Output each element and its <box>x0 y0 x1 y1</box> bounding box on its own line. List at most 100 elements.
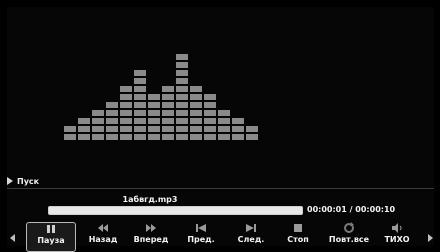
equalizer-block <box>134 118 146 124</box>
rewind-icon <box>96 222 110 234</box>
equalizer-block <box>106 118 118 124</box>
equalizer-block <box>176 102 188 108</box>
equalizer-block <box>120 110 132 116</box>
equalizer-graphic <box>64 54 258 140</box>
equalizer-block <box>162 126 174 132</box>
rewind-button[interactable]: Назад <box>83 222 123 250</box>
next-track-icon <box>244 222 258 234</box>
equalizer-block <box>246 134 258 140</box>
equalizer-block <box>218 134 230 140</box>
equalizer-block <box>134 110 146 116</box>
equalizer-block <box>204 126 216 132</box>
equalizer-block <box>120 118 132 124</box>
playback-state-label: Пуск <box>17 176 40 186</box>
equalizer-block <box>246 126 258 132</box>
equalizer-block <box>92 118 104 124</box>
equalizer-block <box>134 94 146 100</box>
equalizer-block <box>134 134 146 140</box>
equalizer-block <box>162 118 174 124</box>
repeat-icon <box>342 222 356 234</box>
equalizer-block <box>162 86 174 92</box>
equalizer-block <box>190 94 202 100</box>
equalizer-block <box>148 102 160 108</box>
equalizer-block <box>134 86 146 92</box>
equalizer-block <box>190 126 202 132</box>
equalizer-block <box>218 110 230 116</box>
equalizer-block <box>176 70 188 76</box>
equalizer-block <box>92 126 104 132</box>
previous-track-icon <box>194 222 208 234</box>
equalizer-block <box>106 110 118 116</box>
next-track-label: След. <box>237 235 265 244</box>
equalizer-block <box>204 102 216 108</box>
equalizer-block <box>64 126 76 132</box>
stop-button[interactable]: Стоп <box>283 222 313 250</box>
play-state-icon <box>7 177 13 185</box>
equalizer-block <box>78 126 90 132</box>
equalizer-block <box>106 126 118 132</box>
repeat-all-button[interactable]: Повт.все <box>325 222 373 250</box>
equalizer-block <box>148 118 160 124</box>
equalizer-block <box>232 134 244 140</box>
equalizer-block <box>190 118 202 124</box>
equalizer-block <box>204 94 216 100</box>
equalizer-block <box>218 118 230 124</box>
equalizer-block <box>204 118 216 124</box>
media-player-screen: Пуск 1абвгд.mp3 00:00:01 / 00:00:10 Пауз… <box>0 0 440 252</box>
equalizer-block <box>148 126 160 132</box>
equalizer-block <box>176 110 188 116</box>
equalizer-block <box>78 118 90 124</box>
pause-button[interactable]: Пауза <box>26 222 76 252</box>
equalizer-block <box>120 126 132 132</box>
equalizer-block <box>134 102 146 108</box>
equalizer-block <box>64 134 76 140</box>
mute-button[interactable]: ТИХО <box>380 222 414 250</box>
equalizer-block <box>134 78 146 84</box>
equalizer-block <box>190 102 202 108</box>
equalizer-block <box>162 134 174 140</box>
equalizer-block <box>92 134 104 140</box>
equalizer-block <box>176 134 188 140</box>
playback-status: Пуск <box>7 175 39 187</box>
equalizer-block <box>176 62 188 68</box>
pause-label: Пауза <box>37 236 65 245</box>
forward-label: Вперед <box>133 235 169 244</box>
stop-icon <box>291 222 305 234</box>
control-bar: Пауза Назад Вперед Пред. След. Стоп Повт… <box>0 222 440 252</box>
equalizer-block <box>190 86 202 92</box>
forward-button[interactable]: Вперед <box>128 222 174 250</box>
time-display: 00:00:01 / 00:00:10 <box>307 205 396 214</box>
equalizer-block <box>176 78 188 84</box>
equalizer-block <box>204 134 216 140</box>
equalizer-block <box>134 126 146 132</box>
equalizer-block <box>190 134 202 140</box>
equalizer-block <box>148 94 160 100</box>
equalizer-block <box>120 102 132 108</box>
equalizer-block <box>92 110 104 116</box>
equalizer-block <box>148 110 160 116</box>
pause-icon <box>44 223 58 235</box>
equalizer-block <box>162 94 174 100</box>
progress-bar[interactable] <box>48 206 303 215</box>
equalizer-block <box>176 54 188 60</box>
fast-forward-icon <box>144 222 158 234</box>
mute-label: ТИХО <box>384 235 410 244</box>
previous-track-button[interactable]: Пред. <box>182 222 220 250</box>
next-track-button[interactable]: След. <box>232 222 270 250</box>
rewind-label: Назад <box>88 235 118 244</box>
equalizer-block <box>120 134 132 140</box>
equalizer-block <box>176 94 188 100</box>
equalizer-block <box>176 126 188 132</box>
equalizer-block <box>232 126 244 132</box>
equalizer-visualizer <box>0 0 440 170</box>
equalizer-block <box>190 110 202 116</box>
equalizer-block <box>162 110 174 116</box>
speaker-icon <box>390 222 404 234</box>
progress-fill <box>49 207 302 214</box>
divider <box>7 188 434 189</box>
track-filename: 1абвгд.mp3 <box>122 195 178 204</box>
stop-label: Стоп <box>287 235 309 244</box>
equalizer-block <box>120 86 132 92</box>
equalizer-block <box>148 134 160 140</box>
equalizer-block <box>162 102 174 108</box>
